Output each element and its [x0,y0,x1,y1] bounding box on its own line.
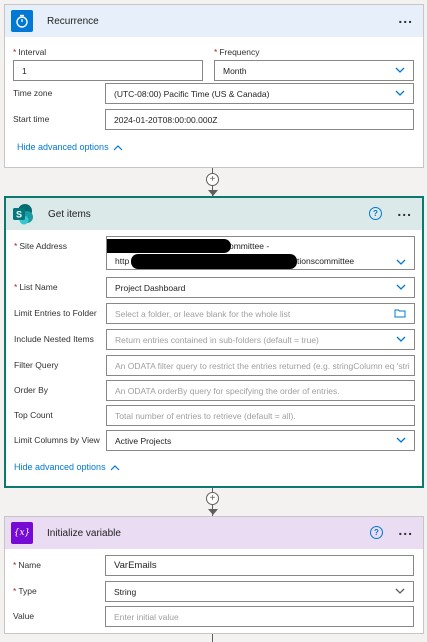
filter-row: Filter Query An ODATA filter query to re… [14,355,415,377]
initialize-variable-card: {x} Initialize variable ? ... * Name VarE… [4,516,424,634]
top-count-row: Top Count Total number of entries to ret… [14,405,415,427]
connector-line [212,634,213,642]
get-items-hide-advanced-link[interactable]: Hide advanced options [14,462,120,472]
recurrence-card: Recurrence ... * Interval 1 * Frequency Mo… [4,4,424,168]
var-type-select[interactable]: String [105,581,414,602]
start-time-row: Start time 2024-01-20T08:00:00.000Z [13,109,415,131]
var-type-value: String [114,586,137,597]
nested-row: Include Nested Items Return entries cont… [14,329,415,351]
folder-icon[interactable] [394,308,406,318]
get-items-header[interactable]: S Get items ? ... [6,198,422,230]
svg-text:S: S [16,210,22,220]
timezone-value: (UTC-08:00) Pacific Time (US & Canada) [114,88,270,99]
help-icon[interactable]: ? [370,526,383,539]
columns-label: Limit Columns by View [14,435,100,445]
filter-query-input[interactable]: An ODATA filter query to restrict the en… [106,355,415,376]
site-address-line2-start: http [115,256,130,266]
nested-label: Include Nested Items [14,334,94,344]
initialize-variable-more-button[interactable]: ... [398,523,413,537]
folder-placeholder: Select a folder, or leave blank for the … [115,308,291,319]
start-time-label: Start time [13,114,50,124]
var-name-input[interactable]: VarEmails [105,555,414,576]
get-items-card: S Get items ? ... * Site Address ommittee… [4,196,424,488]
top-count-input[interactable]: Total number of entries to retrieve (def… [106,405,415,426]
var-name-row: * Name VarEmails [13,555,415,577]
var-value-input[interactable]: Enter initial value [105,606,414,627]
folder-label: Limit Entries to Folder [14,308,97,318]
chevron-up-icon [113,144,123,150]
initialize-variable-header[interactable]: {x} Initialize variable ? ... [5,517,423,549]
interval-input[interactable]: 1 [13,60,203,81]
var-name-label: * Name [13,560,41,570]
order-label: Order By [14,385,49,395]
list-name-value: Project Dashboard [115,282,186,293]
top-count-label: Top Count [14,410,53,420]
order-row: Order By An ODATA orderBy query for spec… [14,380,415,402]
order-by-input[interactable]: An ODATA orderBy query for specifying th… [106,380,415,401]
site-address-row: * Site Address ommittee - http tionscommi… [14,236,415,270]
add-step-button[interactable]: + [206,173,219,186]
arrow-down-icon [208,509,218,515]
start-time-input[interactable]: 2024-01-20T08:00:00.000Z [105,109,414,130]
list-name-row: * List Name Project Dashboard [14,277,415,299]
folder-row: Limit Entries to Folder Select a folder,… [14,303,415,325]
columns-row: Limit Columns by View Active Projects [14,430,415,452]
timezone-label: Time zone [13,88,53,98]
chevron-down-icon [395,67,405,73]
chevron-down-icon [396,259,406,265]
var-type-label: * Type [13,586,37,596]
chevron-down-icon [396,284,406,290]
site-address-select[interactable]: ommittee - http tionscommittee [106,236,415,270]
redaction-mark [131,254,297,269]
filter-label: Filter Query [14,360,59,370]
help-icon[interactable]: ? [369,207,382,220]
folder-picker[interactable]: Select a folder, or leave blank for the … [106,303,415,324]
frequency-label: * Frequency [214,47,260,57]
initialize-variable-title: Initialize variable [47,527,121,539]
columns-view-select[interactable]: Active Projects [106,430,415,451]
frequency-select[interactable]: Month [214,60,414,81]
var-value-label: Value [13,611,35,621]
interval-label: * Interval [13,47,47,57]
timezone-row: Time zone (UTC-08:00) Pacific Time (US &… [13,83,415,105]
add-step-button[interactable]: + [206,492,219,505]
interval-row: * Interval 1 * Frequency Month [13,47,415,81]
chevron-up-icon [110,464,120,470]
chevron-down-icon [395,90,405,96]
site-address-line1: ommittee - [229,241,270,251]
variable-icon: {x} [11,522,33,544]
chevron-down-icon [396,336,406,342]
timezone-select[interactable]: (UTC-08:00) Pacific Time (US & Canada) [105,83,414,104]
sharepoint-icon: S [12,203,34,225]
hide-advanced-text: Hide advanced options [14,462,106,472]
flow-canvas: Recurrence ... * Interval 1 * Frequency Mo… [0,0,427,642]
clock-icon [11,10,33,32]
get-items-title: Get items [48,208,91,220]
variable-icon-text: {x} [13,528,31,538]
nested-select[interactable]: Return entries contained in sub-folders … [106,329,415,350]
chevron-down-icon [396,437,406,443]
list-name-label: * List Name [14,282,58,292]
recurrence-title: Recurrence [47,15,99,27]
var-value-row: Value Enter initial value [13,606,415,628]
frequency-value: Month [223,65,247,76]
list-name-select[interactable]: Project Dashboard [106,277,415,298]
redaction-mark [107,239,231,253]
columns-view-value: Active Projects [115,435,172,446]
var-type-row: * Type String [13,581,415,603]
recurrence-hide-advanced-link[interactable]: Hide advanced options [17,142,123,152]
recurrence-header[interactable]: Recurrence ... [5,5,423,37]
site-address-line2-end: tionscommittee [297,256,355,266]
chevron-down-icon [395,588,405,594]
hide-advanced-text: Hide advanced options [17,142,109,152]
nested-placeholder: Return entries contained in sub-folders … [115,334,319,345]
get-items-more-button[interactable]: ... [397,204,412,218]
site-address-label: * Site Address [14,241,68,251]
recurrence-more-button[interactable]: ... [398,11,413,25]
